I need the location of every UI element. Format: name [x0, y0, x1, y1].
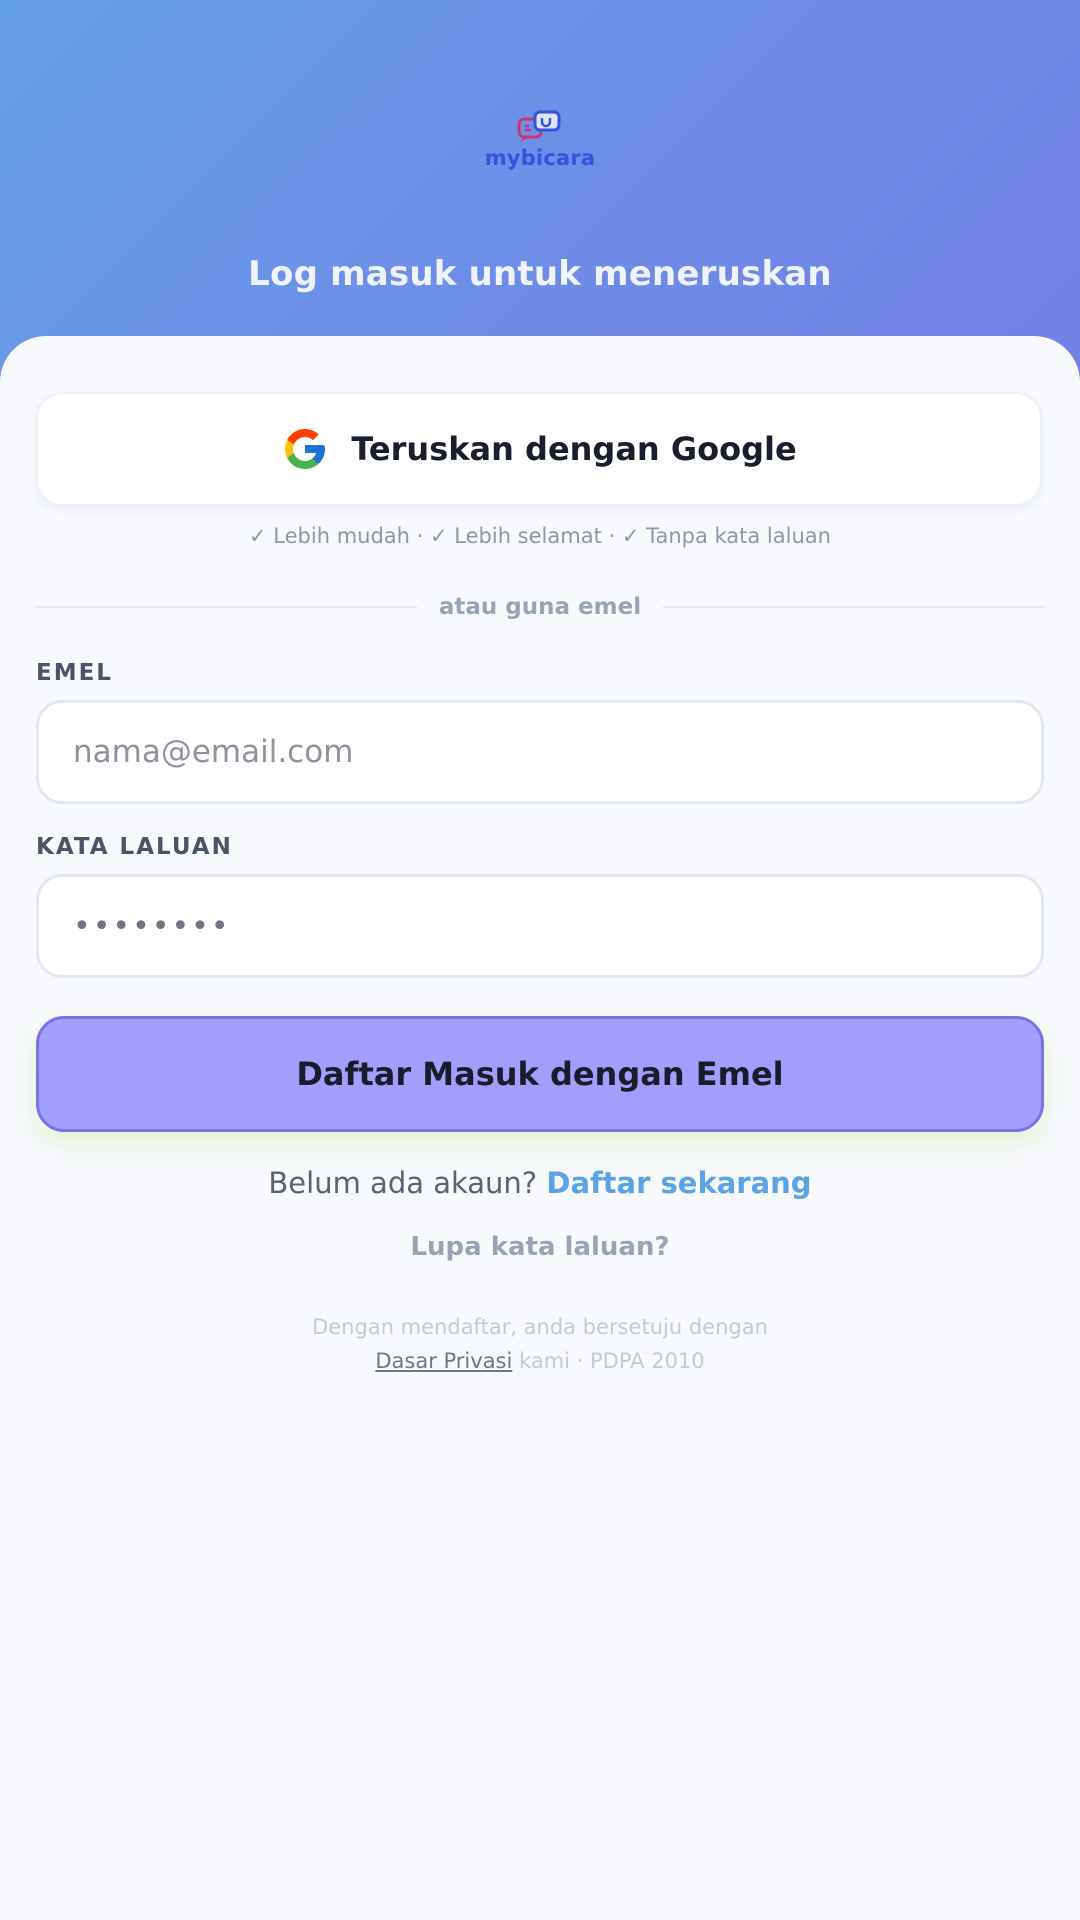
google-g-icon — [281, 425, 329, 473]
google-perks-text: ✓ Lebih mudah · ✓ Lebih selamat · ✓ Tanp… — [249, 524, 831, 548]
legal-line-1: Dengan mendaftar, anda bersetuju dengan — [312, 1315, 768, 1339]
divider-text: atau guna emel — [438, 594, 642, 620]
google-signin-label: Teruskan dengan Google — [351, 430, 797, 468]
divider-line-right — [663, 606, 1044, 608]
password-label: KATA LALUAN — [36, 834, 233, 860]
email-field[interactable] — [36, 700, 1044, 804]
signup-prompt: Belum ada akaun? Daftar sekarang — [0, 1166, 1080, 1200]
legal-line-2: Dasar Privasi kami · PDPA 2010 — [0, 1344, 1080, 1378]
brand-name: mybicara — [484, 146, 596, 170]
forgot-password-link[interactable]: Lupa kata laluan? — [0, 1232, 1080, 1262]
no-account-text: Belum ada akaun? — [268, 1166, 538, 1200]
chat-bubbles-icon — [515, 110, 565, 144]
page-title: Log masuk untuk meneruskan — [248, 254, 832, 294]
privacy-policy-link[interactable]: Dasar Privasi — [375, 1349, 512, 1373]
legal-notice: Dengan mendaftar, anda bersetuju dengan … — [0, 1310, 1080, 1378]
signup-link[interactable]: Daftar sekarang — [546, 1166, 811, 1200]
password-field[interactable] — [36, 874, 1044, 978]
legal-suffix: kami · PDPA 2010 — [519, 1349, 705, 1373]
or-divider: atau guna emel — [36, 590, 1044, 624]
google-signin-button[interactable]: Teruskan dengan Google — [36, 392, 1042, 506]
email-label: EMEL — [36, 660, 113, 686]
email-signin-button[interactable]: Daftar Masuk dengan Emel — [36, 1016, 1044, 1132]
brand-logo: mybicara — [0, 110, 1080, 180]
divider-line-left — [36, 606, 417, 608]
